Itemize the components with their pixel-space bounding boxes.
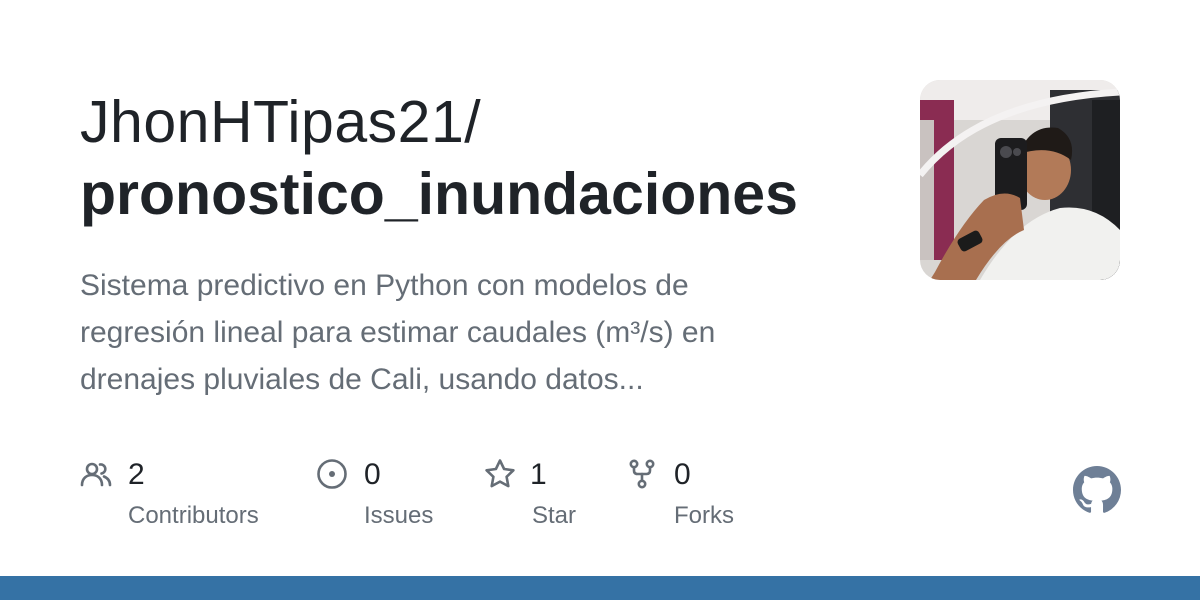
repo-description: Sistema predictivo en Python con modelos…: [80, 262, 840, 403]
description-line: regresión lineal para estimar caudales (…: [80, 316, 716, 349]
forks-label: Forks: [674, 502, 734, 529]
avatar-photo: [920, 80, 1120, 280]
repo-name[interactable]: pronostico_inundaciones: [80, 158, 798, 230]
github-mark-icon[interactable]: [1073, 466, 1121, 514]
issues-count: 0: [364, 458, 381, 491]
contributors-label: Contributors: [128, 502, 259, 529]
contributors-count: 2: [128, 458, 145, 491]
star-icon: [485, 459, 515, 488]
description-line: drenajes pluviales de Cali, usando datos…: [80, 363, 644, 396]
forks-count: 0: [674, 458, 691, 491]
repo-owner[interactable]: JhonHTipas21/: [80, 86, 481, 158]
stars-label: Star: [532, 502, 577, 529]
description-line: Sistema predictivo en Python con modelos…: [80, 269, 689, 302]
repo-forked-icon: [629, 459, 655, 489]
avatar[interactable]: [920, 80, 1120, 280]
issue-opened-icon: [317, 459, 347, 489]
stars-count: 1: [530, 458, 547, 491]
language-color-bar: [0, 576, 1200, 600]
issues-label: Issues: [364, 502, 434, 529]
people-icon: [80, 462, 112, 487]
